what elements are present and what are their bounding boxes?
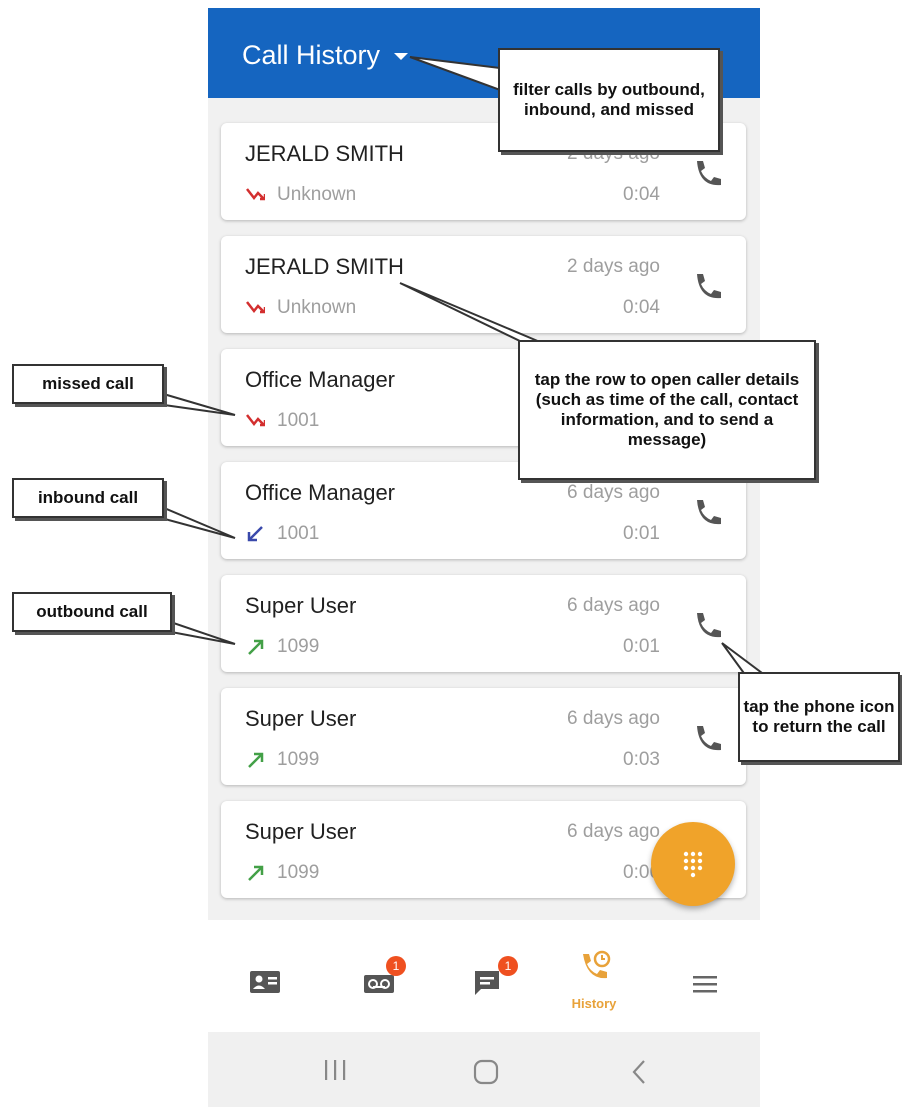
home-icon [473,1059,499,1085]
call-time: 6 days ago [567,708,660,729]
home-button[interactable] [472,1058,500,1091]
menu-icon [693,976,717,993]
callout-outbound: outbound call [12,592,172,632]
nav-menu[interactable] [680,950,740,1010]
phone-icon[interactable] [690,157,722,189]
call-time: 6 days ago [567,482,660,503]
dialpad-icon [683,851,703,878]
call-time: 6 days ago [567,595,660,616]
page-title: Call History [242,40,381,70]
caret-down-icon [394,53,409,60]
recent-apps-icon [325,1060,346,1080]
outbound-call-icon [248,639,264,655]
phone-screen: Call History JERALD SMITH 2 days ago Unkno… [208,8,760,1107]
caller-number: 1001 [277,523,320,544]
inbound-call-icon [247,526,263,542]
call-row[interactable]: Super User 6 days ago 1099 0:03 [221,688,746,785]
outbound-call-icon [248,865,264,881]
caller-name: Office Manager [245,367,396,392]
back-icon [632,1060,645,1084]
call-row[interactable]: JERALD SMITH 2 days ago Unknown 0:04 [221,236,746,333]
call-duration: 0:04 [623,297,660,318]
missed-call-icon [246,414,265,427]
call-time: 6 days ago [567,821,660,842]
dialpad-button[interactable] [651,822,735,906]
back-button[interactable] [628,1058,652,1091]
bottom-nav: 1 1 History [208,920,760,1032]
history-icon [583,950,611,979]
caller-number: Unknown [277,297,357,318]
phone-icon[interactable] [690,270,722,302]
call-filter-dropdown[interactable]: Call History [242,40,409,71]
call-duration: 0:04 [623,184,660,205]
callout-missed: missed call [12,364,164,404]
caller-number: 1001 [277,410,320,431]
call-duration: 0:01 [623,636,660,657]
nav-messages[interactable]: 1 [464,950,524,1010]
caller-number: 1099 [277,636,320,657]
missed-call-icon [246,301,265,314]
call-history-list: JERALD SMITH 2 days ago Unknown 0:04 JERALD … [208,98,760,920]
caller-name: Office Manager [245,480,396,505]
messages-badge: 1 [498,956,518,976]
outbound-call-icon [248,752,264,768]
caller-number: Unknown [277,184,357,205]
phone-icon[interactable] [690,496,722,528]
caller-name: Super User [245,819,357,844]
caller-number: 1099 [277,749,320,770]
voicemail-icon [364,975,394,993]
callout-row: tap the row to open caller details (such… [518,340,816,480]
caller-number: 1099 [277,862,320,883]
caller-name: JERALD SMITH [245,254,404,279]
system-nav-bar [208,1032,760,1107]
call-time: 2 days ago [567,256,660,277]
callout-filter: filter calls by outbound, inbound, and m… [498,48,720,152]
call-row[interactable]: Super User 6 days ago 1099 0:01 [221,575,746,672]
history-label: History [571,996,617,1011]
call-duration: 0:01 [623,523,660,544]
nav-contacts[interactable] [236,950,296,1010]
caller-name: Super User [245,706,357,731]
contacts-icon [250,971,280,993]
caller-name: JERALD SMITH [245,141,404,166]
phone-icon[interactable] [690,722,722,754]
caller-name: Super User [245,593,357,618]
recent-apps-button[interactable] [320,1058,350,1087]
call-duration: 0:03 [623,749,660,770]
nav-voicemail[interactable]: 1 [350,950,410,1010]
callout-phone: tap the phone icon to return the call [738,672,900,762]
voicemail-badge: 1 [386,956,406,976]
nav-history[interactable]: History [564,950,624,1011]
callout-inbound: inbound call [12,478,164,518]
missed-call-icon [246,188,265,201]
phone-icon[interactable] [690,609,722,641]
